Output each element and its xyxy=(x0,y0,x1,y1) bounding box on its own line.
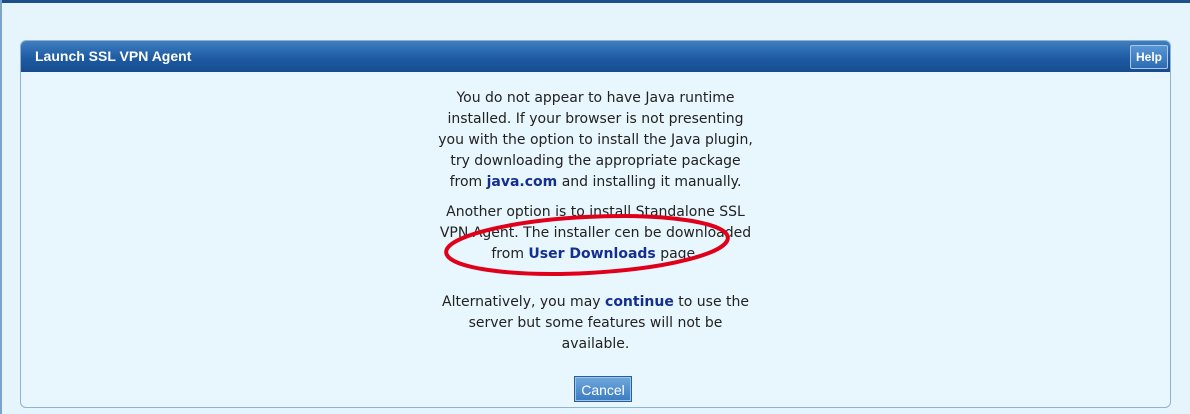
message-line: you with the option to install the Java … xyxy=(438,132,753,148)
message-text: from xyxy=(491,246,529,262)
continue-link[interactable]: continue xyxy=(605,294,674,310)
message-line: Another option is to install Standalone … xyxy=(446,204,745,220)
panel-header: Launch SSL VPN Agent Help xyxy=(21,41,1170,72)
message-text: and installing it manually. xyxy=(557,174,742,190)
message-line: server but some features will not be xyxy=(468,315,723,331)
message-text: page. xyxy=(655,246,700,262)
launch-agent-panel: Launch SSL VPN Agent Help You do not app… xyxy=(20,40,1171,408)
message-line: You do not appear to have Java runtime xyxy=(456,90,735,106)
java-missing-message: You do not appear to have Java runtime i… xyxy=(406,88,786,193)
left-edge xyxy=(0,0,2,414)
message-line: try downloading the appropriate package xyxy=(450,153,741,169)
help-button[interactable]: Help xyxy=(1129,45,1168,69)
message-text: to use the xyxy=(673,294,749,310)
top-border xyxy=(0,0,1190,3)
message-line: VPN Agent. The installer cen be download… xyxy=(439,225,752,241)
standalone-agent-message: Another option is to install Standalone … xyxy=(406,202,786,265)
message-text: Alternatively, you may xyxy=(442,294,606,310)
panel-title: Launch SSL VPN Agent xyxy=(35,48,192,64)
cancel-button[interactable]: Cancel xyxy=(574,376,632,402)
user-downloads-link[interactable]: User Downloads xyxy=(528,246,655,262)
java-com-link[interactable]: java.com xyxy=(487,174,558,190)
message-text: from xyxy=(449,174,487,190)
message-line: available. xyxy=(561,336,630,352)
continue-message: Alternatively, you may continue to use t… xyxy=(406,292,786,355)
message-line: installed. If your browser is not presen… xyxy=(447,111,744,127)
